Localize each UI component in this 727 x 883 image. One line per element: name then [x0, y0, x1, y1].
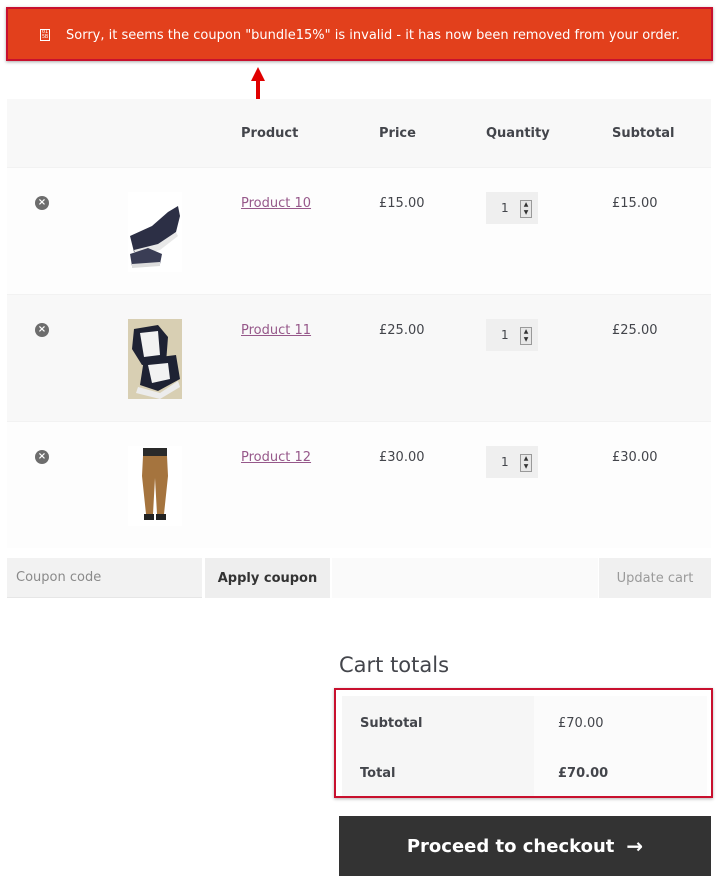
product-link[interactable]: Product 10 [241, 196, 311, 211]
total-label: Total [342, 746, 534, 796]
quantity-value: 1 [501, 328, 509, 342]
cart-row: × Product 12 £30.00 1 ▲ ▼ £30.00 [7, 421, 711, 548]
update-cart-button[interactable]: Update cart [599, 558, 711, 598]
quantity-value: 1 [501, 201, 509, 215]
totals-subtotal-row: Subtotal £70.00 [342, 696, 707, 746]
cart-table-header: Product Price Quantity Subtotal [7, 99, 711, 167]
cart-row: × Product 10 £15.00 1 ▲ ▼ £15.00 [7, 167, 711, 294]
cart-table: Product Price Quantity Subtotal × Produc… [7, 99, 711, 548]
header-product: Product [241, 126, 299, 141]
error-message: Sorry, it seems the coupon "bundle15%" i… [66, 28, 680, 43]
remove-item-icon[interactable]: × [35, 323, 49, 337]
header-subtotal: Subtotal [612, 126, 675, 141]
coupon-bar: Coupon code Apply coupon Update cart [7, 558, 711, 598]
cart-row: × Product 11 £25.00 1 ▲ ▼ £25.00 [7, 294, 711, 421]
coupon-bar-spacer [332, 558, 598, 598]
subtotal-label: Subtotal [342, 696, 534, 746]
sneakers-image [128, 319, 182, 399]
error-icon: 01 5B [40, 29, 50, 41]
arrow-right-icon: → [626, 834, 644, 858]
proceed-to-checkout-button[interactable]: Proceed to checkout → [339, 816, 711, 876]
totals-total-row: Total £70.00 [342, 746, 707, 796]
quantity-stepper[interactable]: 1 ▲ ▼ [486, 319, 538, 351]
spinner-arrows-icon[interactable]: ▲ ▼ [520, 454, 532, 472]
product-link[interactable]: Product 11 [241, 323, 311, 338]
item-subtotal: £30.00 [612, 450, 658, 465]
header-price: Price [379, 126, 416, 141]
item-price: £15.00 [379, 196, 425, 211]
checkout-label: Proceed to checkout [406, 835, 615, 857]
coupon-code-input[interactable]: Coupon code [7, 558, 202, 598]
product-thumbnail[interactable] [128, 446, 182, 526]
quantity-value: 1 [501, 455, 509, 469]
trousers-image [128, 446, 182, 526]
product-link[interactable]: Product 12 [241, 450, 311, 465]
quantity-stepper[interactable]: 1 ▲ ▼ [486, 446, 538, 478]
item-price: £25.00 [379, 323, 425, 338]
remove-item-icon[interactable]: × [35, 196, 49, 210]
spinner-arrows-icon[interactable]: ▲ ▼ [520, 327, 532, 345]
product-thumbnail[interactable] [128, 319, 182, 399]
shoe-image [128, 192, 182, 272]
quantity-stepper[interactable]: 1 ▲ ▼ [486, 192, 538, 224]
total-value: £70.00 [534, 746, 707, 796]
item-subtotal: £15.00 [612, 196, 658, 211]
item-subtotal: £25.00 [612, 323, 658, 338]
subtotal-value: £70.00 [534, 696, 707, 746]
spinner-arrows-icon[interactable]: ▲ ▼ [520, 200, 532, 218]
cart-totals-table: Subtotal £70.00 Total £70.00 [334, 688, 713, 798]
error-notice: 01 5B Sorry, it seems the coupon "bundle1… [6, 7, 713, 61]
remove-item-icon[interactable]: × [35, 450, 49, 464]
header-quantity: Quantity [486, 126, 550, 141]
product-thumbnail[interactable] [128, 192, 182, 272]
cart-totals-title: Cart totals [339, 653, 450, 677]
item-price: £30.00 [379, 450, 425, 465]
apply-coupon-button[interactable]: Apply coupon [205, 558, 330, 598]
